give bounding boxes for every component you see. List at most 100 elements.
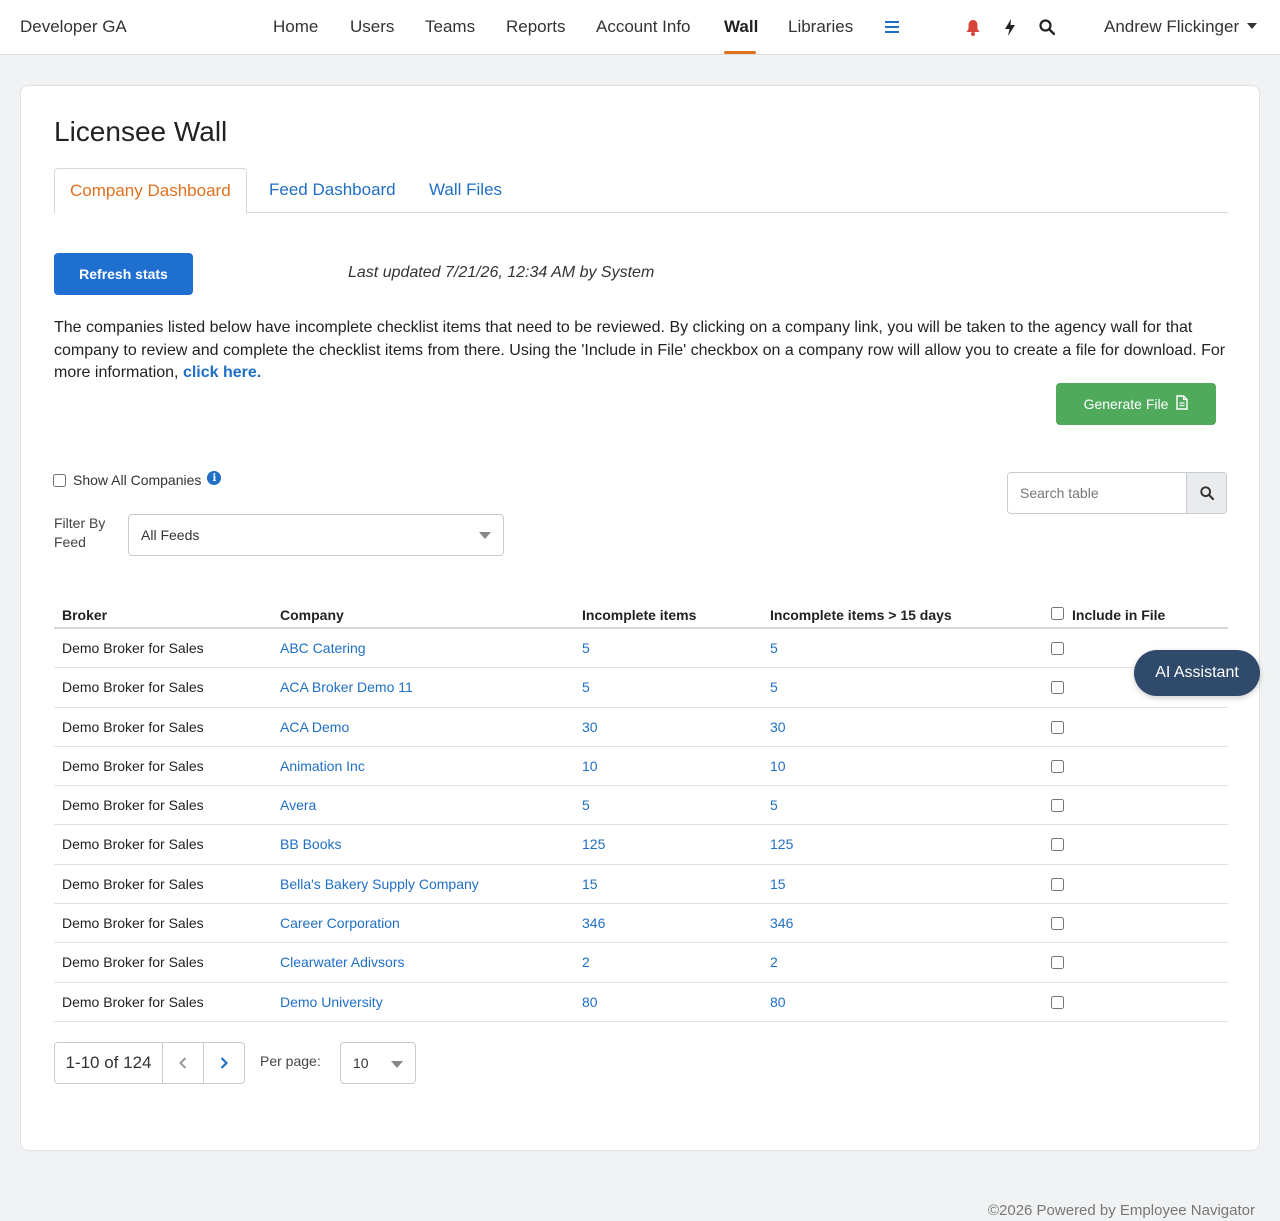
include-in-file-checkbox[interactable] — [1051, 681, 1064, 695]
incomplete-items-link[interactable]: 5 — [582, 797, 590, 813]
incomplete-items-link[interactable]: 10 — [582, 758, 598, 774]
companies-table: Broker Company Incomplete items Incomple… — [54, 591, 1228, 1022]
header-incomplete-items-15-days[interactable]: Incomplete items > 15 days — [770, 607, 952, 623]
include-all-checkbox[interactable] — [1051, 607, 1064, 620]
click-here-link[interactable]: click here. — [183, 364, 261, 381]
table-row: Demo Broker for Sales ABC Catering 5 5 — [54, 629, 1228, 669]
table-row: Demo Broker for Sales BB Books 125 125 — [54, 825, 1228, 865]
menu-icon[interactable] — [882, 16, 902, 38]
include-in-file-checkbox[interactable] — [1051, 642, 1064, 655]
search-input[interactable] — [1008, 473, 1186, 513]
bell-icon[interactable] — [963, 16, 983, 38]
incomplete-items-15-link[interactable]: 80 — [770, 994, 786, 1010]
company-link[interactable]: BB Books — [280, 836, 341, 852]
company-link[interactable]: Animation Inc — [280, 758, 365, 774]
tab-wall-files[interactable]: Wall Files — [414, 168, 517, 213]
per-page-select[interactable]: 10 — [340, 1042, 416, 1084]
header-company[interactable]: Company — [280, 607, 344, 623]
tab-company-dashboard[interactable]: Company Dashboard — [54, 168, 247, 214]
incomplete-items-link[interactable]: 2 — [582, 954, 590, 970]
company-link[interactable]: Clearwater Adivsors — [280, 954, 405, 970]
incomplete-items-link[interactable]: 80 — [582, 994, 598, 1010]
nav-item-account-info[interactable]: Account Info — [596, 17, 691, 37]
search-button[interactable] — [1186, 473, 1226, 513]
info-icon[interactable]: i — [207, 471, 222, 485]
nav-item-teams[interactable]: Teams — [425, 17, 475, 37]
company-link[interactable]: Bella's Bakery Supply Company — [280, 876, 479, 892]
ai-assistant-button[interactable]: AI Assistant — [1134, 650, 1260, 696]
header-incomplete-items[interactable]: Incomplete items — [582, 607, 696, 623]
active-nav-indicator — [724, 51, 756, 54]
next-page-button[interactable] — [204, 1042, 245, 1084]
include-in-file-checkbox[interactable] — [1051, 720, 1064, 734]
incomplete-items-15-link[interactable]: 346 — [770, 915, 793, 931]
incomplete-items-15-link[interactable]: 2 — [770, 954, 778, 970]
nav-item-users[interactable]: Users — [350, 17, 394, 37]
brand-name[interactable]: Developer GA — [20, 17, 127, 37]
table-row: Demo Broker for Sales Avera 5 5 — [54, 786, 1228, 826]
incomplete-items-link[interactable]: 15 — [582, 876, 598, 892]
table-search — [1007, 472, 1227, 514]
incomplete-items-15-link[interactable]: 10 — [770, 758, 786, 774]
feed-filter-value: All Feeds — [141, 527, 200, 543]
incomplete-items-link[interactable]: 5 — [582, 679, 590, 695]
broker-cell: Demo Broker for Sales — [62, 836, 204, 853]
include-in-file-checkbox[interactable] — [1051, 917, 1064, 931]
description-text: The companies listed below have incomple… — [54, 317, 1229, 385]
nav-item-libraries[interactable]: Libraries — [788, 17, 853, 37]
filter-by-feed-label: Filter By Feed — [54, 515, 106, 550]
broker-cell: Demo Broker for Sales — [62, 954, 204, 971]
chevron-down-icon — [479, 532, 491, 539]
header-broker[interactable]: Broker — [62, 607, 107, 623]
incomplete-items-15-link[interactable]: 30 — [770, 719, 786, 735]
table-row: Demo Broker for Sales Demo University 80… — [54, 983, 1228, 1022]
broker-cell: Demo Broker for Sales — [62, 718, 204, 735]
refresh-stats-button[interactable]: Refresh stats — [54, 253, 193, 295]
generate-file-button[interactable]: Generate File — [1056, 383, 1216, 425]
table-row: Demo Broker for Sales ACA Broker Demo 11… — [54, 668, 1228, 708]
show-all-checkbox[interactable] — [53, 473, 66, 487]
previous-page-button[interactable] — [163, 1042, 204, 1084]
include-in-file-checkbox[interactable] — [1051, 995, 1064, 1009]
incomplete-items-15-link[interactable]: 5 — [770, 640, 778, 656]
feed-filter-select[interactable]: All Feeds — [128, 514, 504, 556]
company-link[interactable]: ACA Broker Demo 11 — [280, 679, 413, 695]
show-all-label[interactable]: Show All Companies — [73, 472, 201, 488]
user-name: Andrew Flickinger — [1104, 17, 1240, 36]
company-link[interactable]: Avera — [280, 797, 316, 813]
table-row: Demo Broker for Sales Clearwater Adivsor… — [54, 943, 1228, 983]
include-in-file-checkbox[interactable] — [1051, 877, 1064, 891]
include-in-file-checkbox[interactable] — [1051, 759, 1064, 773]
incomplete-items-link[interactable]: 346 — [582, 915, 605, 931]
incomplete-items-link[interactable]: 5 — [582, 640, 590, 656]
include-in-file-checkbox[interactable] — [1051, 956, 1064, 970]
tab-feed-dashboard[interactable]: Feed Dashboard — [254, 168, 411, 213]
nav-item-reports[interactable]: Reports — [506, 17, 566, 37]
search-icon — [1199, 486, 1214, 500]
company-link[interactable]: ACA Demo — [280, 719, 349, 735]
search-icon[interactable] — [1037, 16, 1057, 38]
incomplete-items-15-link[interactable]: 5 — [770, 679, 778, 695]
broker-cell: Demo Broker for Sales — [62, 915, 204, 932]
per-page-label: Per page: — [260, 1053, 321, 1069]
nav-item-wall[interactable]: Wall — [724, 17, 758, 37]
company-link[interactable]: Career Corporation — [280, 915, 400, 931]
last-updated-text: Last updated 7/21/26, 12:34 AM by System — [348, 264, 655, 281]
include-in-file-checkbox[interactable] — [1051, 799, 1064, 813]
company-link[interactable]: Demo University — [280, 994, 383, 1010]
bolt-icon[interactable] — [1000, 16, 1020, 38]
incomplete-items-15-link[interactable]: 125 — [770, 836, 793, 852]
incomplete-items-15-link[interactable]: 15 — [770, 876, 786, 892]
nav-item-home[interactable]: Home — [273, 17, 318, 37]
company-link[interactable]: ABC Catering — [280, 640, 366, 656]
incomplete-items-link[interactable]: 125 — [582, 836, 605, 852]
user-menu[interactable]: Andrew Flickinger — [1104, 17, 1258, 37]
chevron-left-icon — [179, 1057, 187, 1069]
header-include-in-file: Include in File — [1072, 607, 1166, 623]
generate-file-label: Generate File — [1083, 396, 1169, 412]
incomplete-items-link[interactable]: 30 — [582, 719, 598, 735]
include-in-file-checkbox[interactable] — [1051, 838, 1064, 852]
broker-cell: Demo Broker for Sales — [62, 679, 204, 696]
broker-cell: Demo Broker for Sales — [62, 993, 204, 1010]
incomplete-items-15-link[interactable]: 5 — [770, 797, 778, 813]
